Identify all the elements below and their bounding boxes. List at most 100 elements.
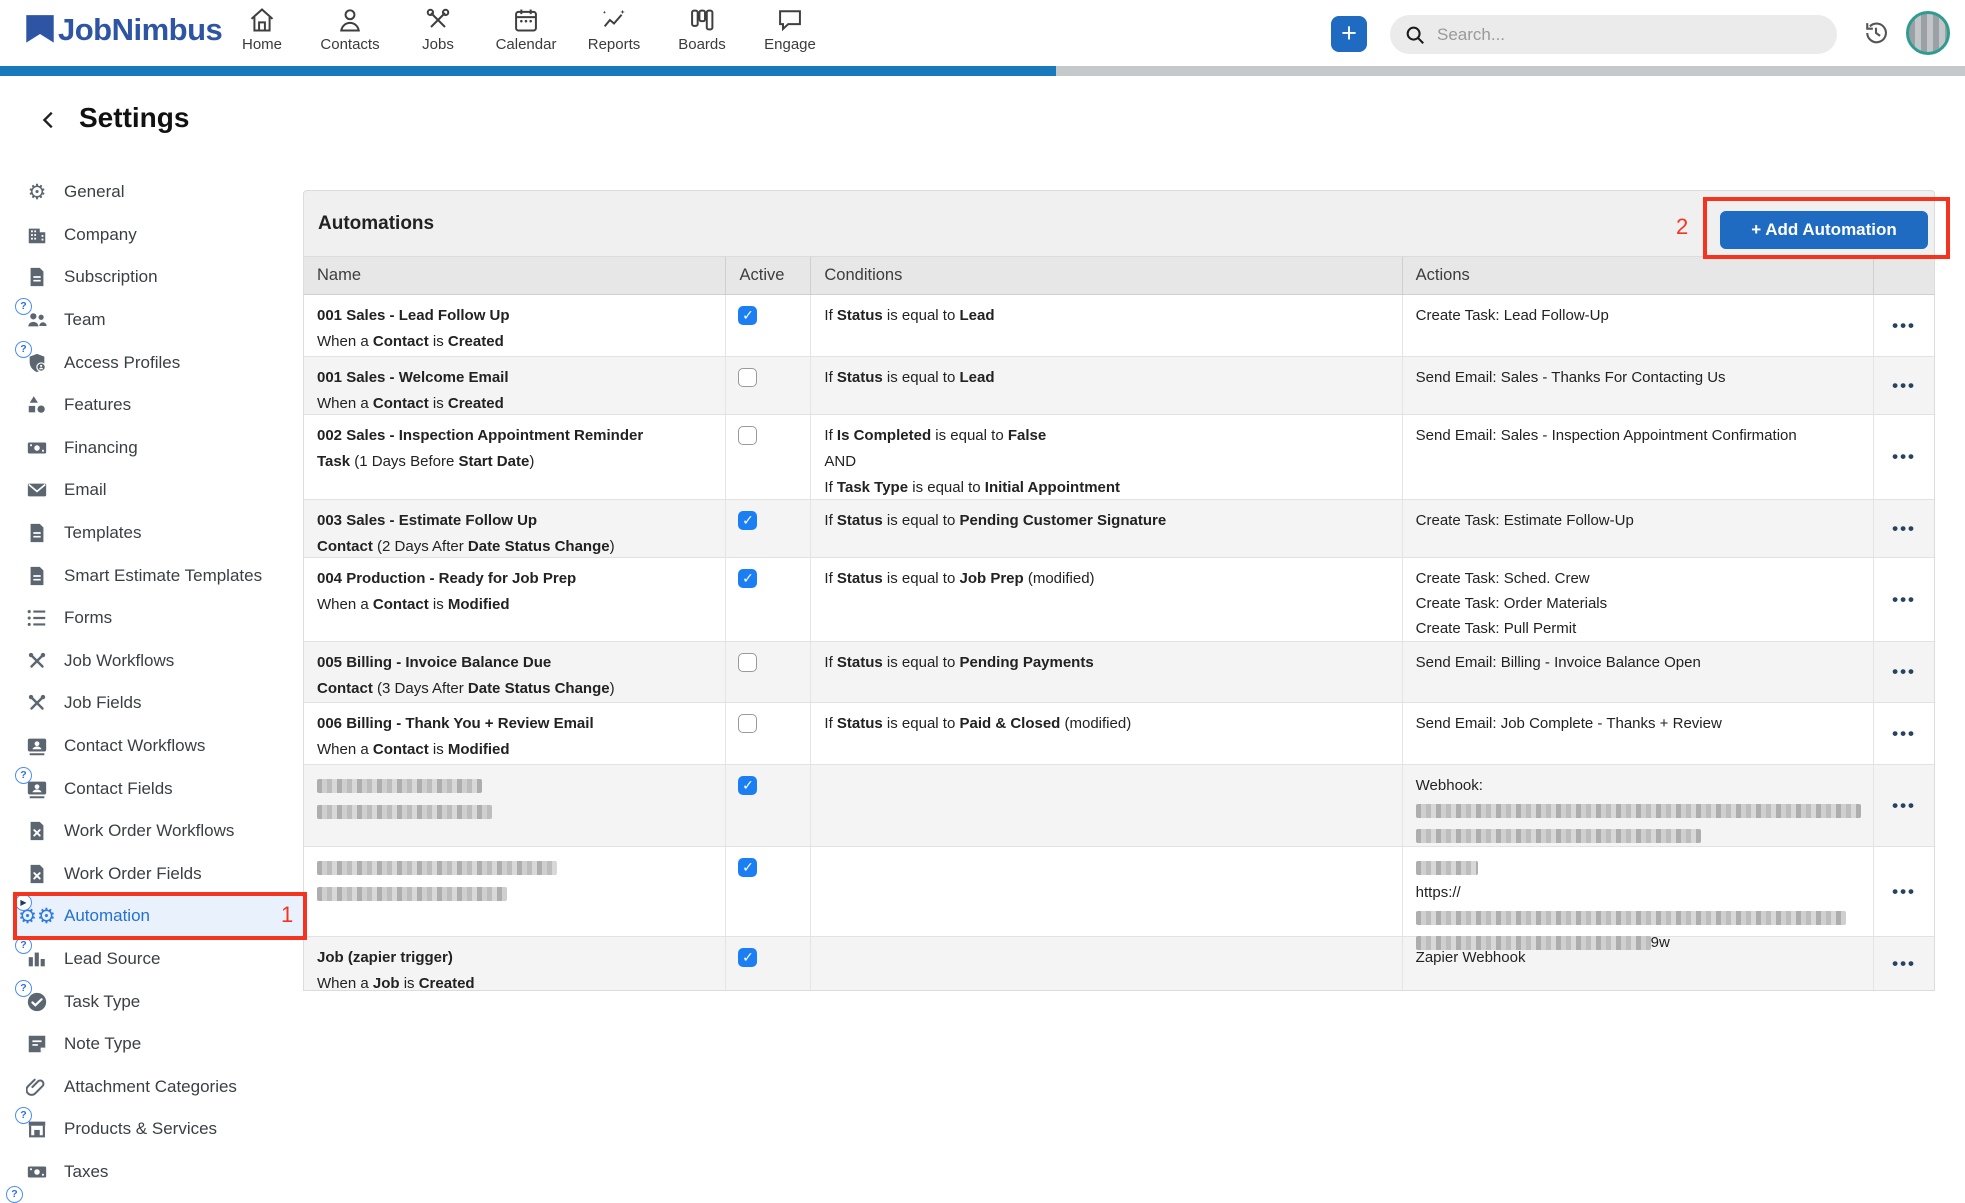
sidebar-item-job-fields[interactable]: Job Fields	[16, 682, 306, 725]
automation-name-cell: 002 Sales - Inspection Appointment Remin…	[304, 415, 726, 499]
sidebar-item-label: Subscription	[64, 267, 158, 287]
active-checkbox[interactable]: ✓	[738, 948, 757, 967]
active-checkbox[interactable]	[738, 714, 757, 733]
actions-cell: Send Email: Job Complete - Thanks + Revi…	[1403, 703, 1874, 764]
nav-item-reports[interactable]: Reports	[570, 6, 658, 53]
sidebar-item-work-order-workflows[interactable]: Work Order Workflows	[16, 810, 306, 853]
row-menu-button[interactable]: •••	[1892, 659, 1916, 685]
contact-card-icon	[24, 733, 50, 759]
sidebar-item-note-type[interactable]: Note Type	[16, 1023, 306, 1066]
nav-item-calendar[interactable]: Calendar	[482, 6, 570, 53]
conditions-cell	[811, 847, 1402, 936]
automation-row: Job (zapier trigger)When a Job is Create…	[304, 937, 1934, 990]
sidebar-item-company[interactable]: Company	[16, 214, 306, 257]
help-badge[interactable]: ?	[15, 937, 32, 954]
add-automation-button[interactable]: + Add Automation	[1720, 211, 1928, 249]
jobnimbus-logo[interactable]: JobNimbus	[24, 12, 222, 48]
document-icon	[24, 563, 50, 589]
nav-item-engage[interactable]: Engage	[746, 6, 834, 53]
active-checkbox[interactable]	[738, 653, 757, 672]
sidebar-item-contact-fields[interactable]: ?Contact Fields	[16, 767, 306, 810]
row-menu-button[interactable]: •••	[1892, 587, 1916, 613]
nav-item-home[interactable]: Home	[218, 6, 306, 53]
row-menu-button[interactable]: •••	[1892, 444, 1916, 470]
reports-icon	[600, 6, 628, 34]
sidebar-item-task-type[interactable]: ?Task Type	[16, 980, 306, 1023]
shield-icon: ?	[24, 350, 50, 376]
back-button[interactable]	[38, 108, 62, 134]
automation-row: 005 Billing - Invoice Balance DueContact…	[304, 642, 1934, 703]
sidebar-item-team[interactable]: ?Team	[16, 299, 306, 342]
sidebar-item-access-profiles[interactable]: ? Access Profiles	[16, 341, 306, 384]
row-menu-button[interactable]: •••	[1892, 951, 1916, 977]
sidebar-item-lead-source[interactable]: ?Lead Source	[16, 938, 306, 981]
active-checkbox[interactable]	[738, 368, 757, 387]
history-button[interactable]	[1862, 19, 1890, 47]
sidebar-item-smart-estimate-templates[interactable]: Smart Estimate Templates	[16, 554, 306, 597]
settings-sidebar: ⚙GeneralCompany Subscription ?Team? Access …	[16, 171, 306, 1193]
sidebar-item-label: Access Profiles	[64, 353, 180, 373]
nav-item-jobs[interactable]: Jobs	[394, 6, 482, 53]
user-avatar[interactable]	[1906, 11, 1950, 55]
redacted-text	[317, 779, 482, 793]
active-checkbox[interactable]	[738, 426, 757, 445]
contact-card-icon: ?	[24, 776, 50, 802]
active-cell	[726, 703, 811, 764]
active-checkbox[interactable]: ✓	[738, 776, 757, 795]
sidebar-item-forms[interactable]: Forms	[16, 597, 306, 640]
automation-name-cell: 001 Sales - Lead Follow UpWhen a Contact…	[304, 295, 726, 356]
numbered-list-icon	[24, 605, 50, 631]
row-menu-button[interactable]: •••	[1892, 879, 1916, 905]
sidebar-item-subscription[interactable]: Subscription	[16, 256, 306, 299]
sidebar-item-financing[interactable]: Financing	[16, 427, 306, 470]
search-input[interactable]	[1435, 24, 1819, 46]
quick-add-button[interactable]: +	[1331, 16, 1367, 52]
conditions-cell	[811, 765, 1402, 846]
sidebar-item-features[interactable]: Features	[16, 384, 306, 427]
sidebar-item-general[interactable]: ⚙General	[16, 171, 306, 214]
automation-name-cell: Job (zapier trigger)When a Job is Create…	[304, 937, 726, 990]
jobnimbus-flag-icon	[24, 12, 56, 48]
sidebar-item-label: Contact Workflows	[64, 736, 205, 756]
chevron-left-icon	[38, 108, 60, 132]
sidebar-item-label: Templates	[64, 523, 141, 543]
sidebar-item-work-order-fields[interactable]: Work Order Fields	[16, 853, 306, 896]
row-menu-button[interactable]: •••	[1892, 373, 1916, 399]
active-checkbox[interactable]: ✓	[738, 569, 757, 588]
row-menu-button[interactable]: •••	[1892, 516, 1916, 542]
help-badge-partial[interactable]: ?	[6, 1186, 23, 1203]
automation-row: ✓Webhook:•••	[304, 765, 1934, 847]
automation-name-cell: 004 Production - Ready for Job PrepWhen …	[304, 558, 726, 641]
help-badge[interactable]: ?	[15, 298, 32, 315]
sidebar-item-templates[interactable]: Templates	[16, 512, 306, 555]
help-badge[interactable]: ?	[15, 767, 32, 784]
conditions-cell: If Status is equal to Lead	[811, 295, 1402, 356]
row-menu-button[interactable]: •••	[1892, 721, 1916, 747]
sidebar-item-products-services[interactable]: ?Products & Services	[16, 1108, 306, 1151]
sidebar-item-email[interactable]: Email	[16, 469, 306, 512]
help-badge[interactable]: ?	[15, 341, 32, 358]
row-menu-cell: •••	[1874, 415, 1934, 499]
automation-name-cell	[304, 765, 726, 846]
row-menu-button[interactable]: •••	[1892, 313, 1916, 339]
sidebar-item-taxes[interactable]: Taxes	[16, 1151, 306, 1194]
row-menu-button[interactable]: •••	[1892, 793, 1916, 819]
sidebar-item-job-workflows[interactable]: Job Workflows	[16, 640, 306, 683]
nav-item-boards[interactable]: Boards	[658, 6, 746, 53]
sidebar-item-automation[interactable]: ⚙⚙▶Automation	[16, 895, 306, 938]
sidebar-item-label: Work Order Fields	[64, 864, 202, 884]
paperclip-icon	[24, 1074, 50, 1100]
sidebar-item-attachment-categories[interactable]: Attachment Categories	[16, 1065, 306, 1108]
row-menu-cell: •••	[1874, 703, 1934, 764]
sidebar-item-contact-workflows[interactable]: Contact Workflows	[16, 725, 306, 768]
active-checkbox[interactable]: ✓	[738, 306, 757, 325]
boards-icon	[688, 6, 716, 34]
jobs-icon	[424, 6, 452, 34]
active-checkbox[interactable]: ✓	[738, 858, 757, 877]
nav-item-contacts[interactable]: Contacts	[306, 6, 394, 53]
nav-label: Boards	[678, 36, 726, 53]
document-icon	[24, 264, 50, 290]
help-badge[interactable]: ?	[15, 980, 32, 997]
active-checkbox[interactable]: ✓	[738, 511, 757, 530]
logo-text: JobNimbus	[58, 12, 222, 48]
